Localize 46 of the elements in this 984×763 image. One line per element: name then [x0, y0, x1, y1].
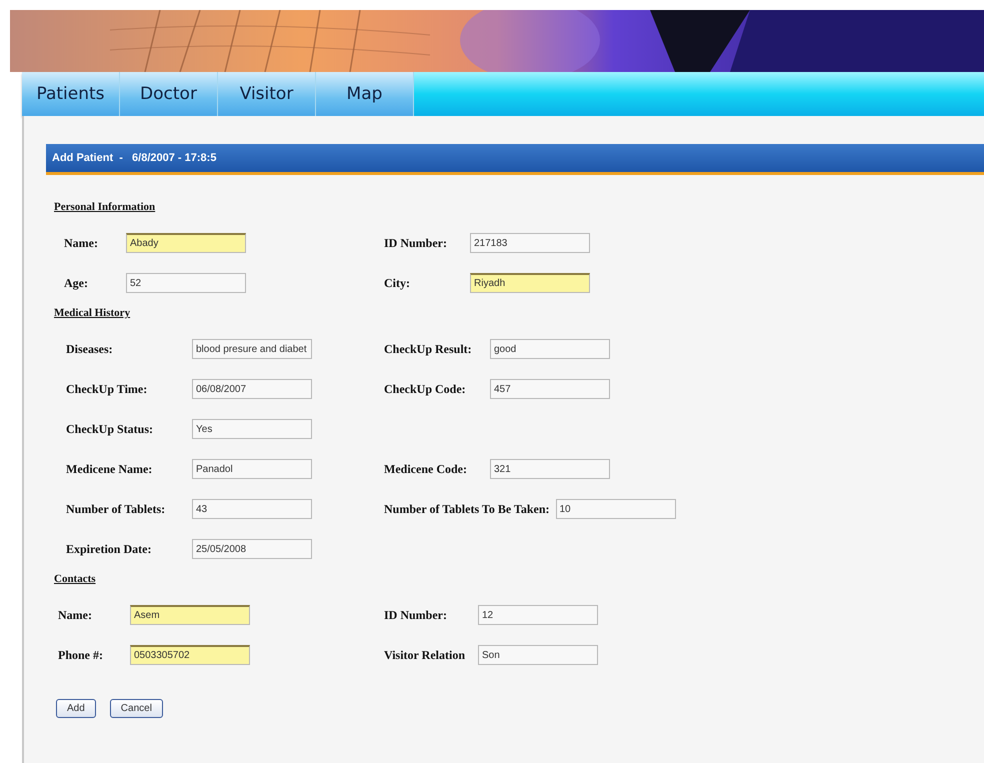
input-field[interactable]: 52 — [126, 273, 246, 293]
input-field[interactable]: 217183 — [470, 233, 590, 253]
field-label: Phone #: — [58, 648, 104, 662]
input-field[interactable]: 321 — [490, 459, 610, 479]
field-label: Name: — [64, 236, 99, 250]
field-label: CheckUp Code: — [384, 382, 467, 396]
field-label: City: — [384, 276, 411, 290]
input-field[interactable]: 10 — [556, 499, 676, 519]
tab[interactable]: Visitor — [218, 72, 316, 116]
input-field[interactable]: Panadol — [192, 459, 312, 479]
input-field[interactable]: 12 — [478, 605, 598, 625]
field-label: Visitor Relation — [384, 648, 466, 662]
input-field[interactable]: 43 — [192, 499, 312, 519]
field-label: CheckUp Result: — [384, 342, 473, 356]
field-label: CheckUp Time: — [66, 382, 148, 396]
field-label: Medicene Name: — [66, 462, 154, 476]
panel-title: Add Patient - 6/8/2007 - 17:8:5 — [52, 152, 216, 164]
field-label: Diseases: — [66, 342, 114, 356]
field-label: Number of Tablets: — [66, 502, 166, 516]
field-label: ID Number: — [384, 608, 448, 622]
input-field[interactable]: Abady — [126, 233, 246, 253]
field-label: Name: — [58, 608, 93, 622]
input-field[interactable]: Yes — [192, 419, 312, 439]
input-field[interactable]: Riyadh — [470, 273, 590, 293]
input-field[interactable]: 0503305702 — [130, 645, 250, 665]
input-field[interactable]: Son — [478, 645, 598, 665]
field-label: Age: — [64, 276, 89, 290]
section-title: Contacts — [54, 573, 96, 585]
field-label: Expiretion Date: — [66, 542, 152, 556]
input-field[interactable]: 457 — [490, 379, 610, 399]
tab[interactable]: Patients — [22, 72, 120, 116]
field-label: ID Number: — [384, 236, 448, 250]
input-field[interactable]: blood presure and diabet — [192, 339, 312, 359]
input-field[interactable]: Asem — [130, 605, 250, 625]
tab[interactable]: Doctor — [120, 72, 218, 116]
add-button[interactable]: Add — [56, 699, 96, 718]
tab[interactable]: Map — [316, 72, 414, 116]
section-title: Medical History — [54, 307, 130, 319]
field-label: Number of Tablets To Be Taken: — [384, 502, 550, 516]
cancel-button[interactable]: Cancel — [110, 699, 163, 718]
input-field[interactable]: 25/05/2008 — [192, 539, 312, 559]
input-field[interactable]: good — [490, 339, 610, 359]
field-label: CheckUp Status: — [66, 422, 154, 436]
field-label: Medicene Code: — [384, 462, 468, 476]
section-title: Personal Information — [54, 201, 156, 213]
input-field[interactable]: 06/08/2007 — [192, 379, 312, 399]
